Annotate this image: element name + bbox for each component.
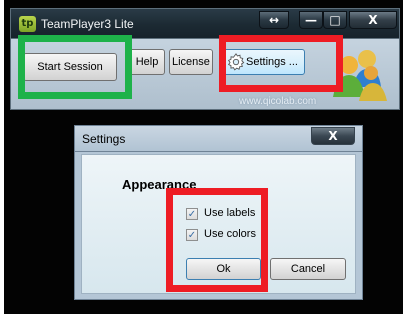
maximize-button[interactable]: □	[323, 11, 347, 29]
website-link[interactable]: www.qicolab.com	[239, 96, 316, 107]
red-highlight-box-options	[166, 188, 268, 292]
minimize-button[interactable]: —	[299, 11, 323, 29]
close-button[interactable]: X	[349, 11, 397, 29]
help-button[interactable]: Help	[129, 49, 165, 75]
main-titlebar[interactable]: tp TeamPlayer3 Lite ↔ — □ X	[10, 8, 400, 38]
dialog-title: Settings	[82, 132, 126, 146]
dialog-titlebar[interactable]: Settings X	[74, 125, 363, 151]
cancel-button[interactable]: Cancel	[270, 258, 346, 280]
dialog-close-button[interactable]: X	[311, 127, 355, 145]
app-logo-icon: tp	[19, 16, 36, 32]
license-button[interactable]: License	[169, 49, 213, 75]
app-title: TeamPlayer3 Lite	[41, 17, 134, 31]
green-highlight-box	[18, 35, 132, 99]
resize-button[interactable]: ↔	[259, 11, 289, 29]
red-highlight-box-settings	[219, 35, 343, 92]
